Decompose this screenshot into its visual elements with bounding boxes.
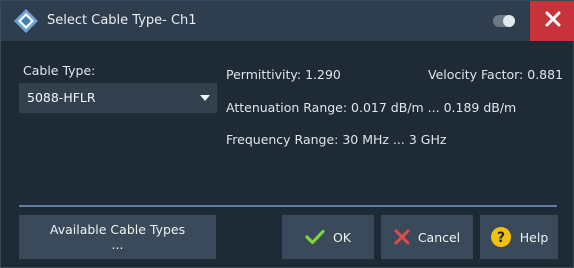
cable-type-selected: 5088-HFLR [27,90,96,105]
check-icon [305,229,325,245]
svg-text:?: ? [497,230,505,246]
attenuation-range-text: Attenuation Range: 0.017 dB/m ... 0.189 … [226,100,517,115]
rs-logo-icon [13,8,39,34]
help-button[interactable]: ? Help [480,215,558,259]
permittivity-text: Permittivity: 1.290 [226,67,341,82]
help-label: Help [519,229,549,245]
ok-label: OK [332,229,352,245]
cancel-label: Cancel [417,229,461,245]
close-button[interactable] [530,1,574,41]
x-icon [394,229,410,245]
select-cable-type-dialog: Select Cable Type- Ch1 Cable Type: 5088-… [0,0,574,268]
frequency-range-text: Frequency Range: 30 MHz ... 3 GHz [226,132,447,147]
help-icon: ? [490,226,512,248]
available-cable-types-ellipsis: ... [111,237,124,252]
velocity-factor-text: Velocity Factor: 0.881 [428,67,564,82]
toggle-knob [503,15,515,27]
cable-type-dropdown[interactable]: 5088-HFLR [19,83,217,113]
title-bar: Select Cable Type- Ch1 [1,1,574,41]
available-cable-types-button[interactable]: Available Cable Types ... [19,215,216,259]
ok-button[interactable]: OK [282,215,374,259]
divider [19,205,557,207]
close-icon [545,11,561,31]
chevron-down-icon [200,95,210,101]
toggle-icon[interactable] [493,15,515,27]
cable-type-label: Cable Type: [23,63,96,78]
cancel-button[interactable]: Cancel [381,215,473,259]
dialog-title: Select Cable Type- Ch1 [47,13,197,28]
available-cable-types-label: Available Cable Types [49,222,186,237]
